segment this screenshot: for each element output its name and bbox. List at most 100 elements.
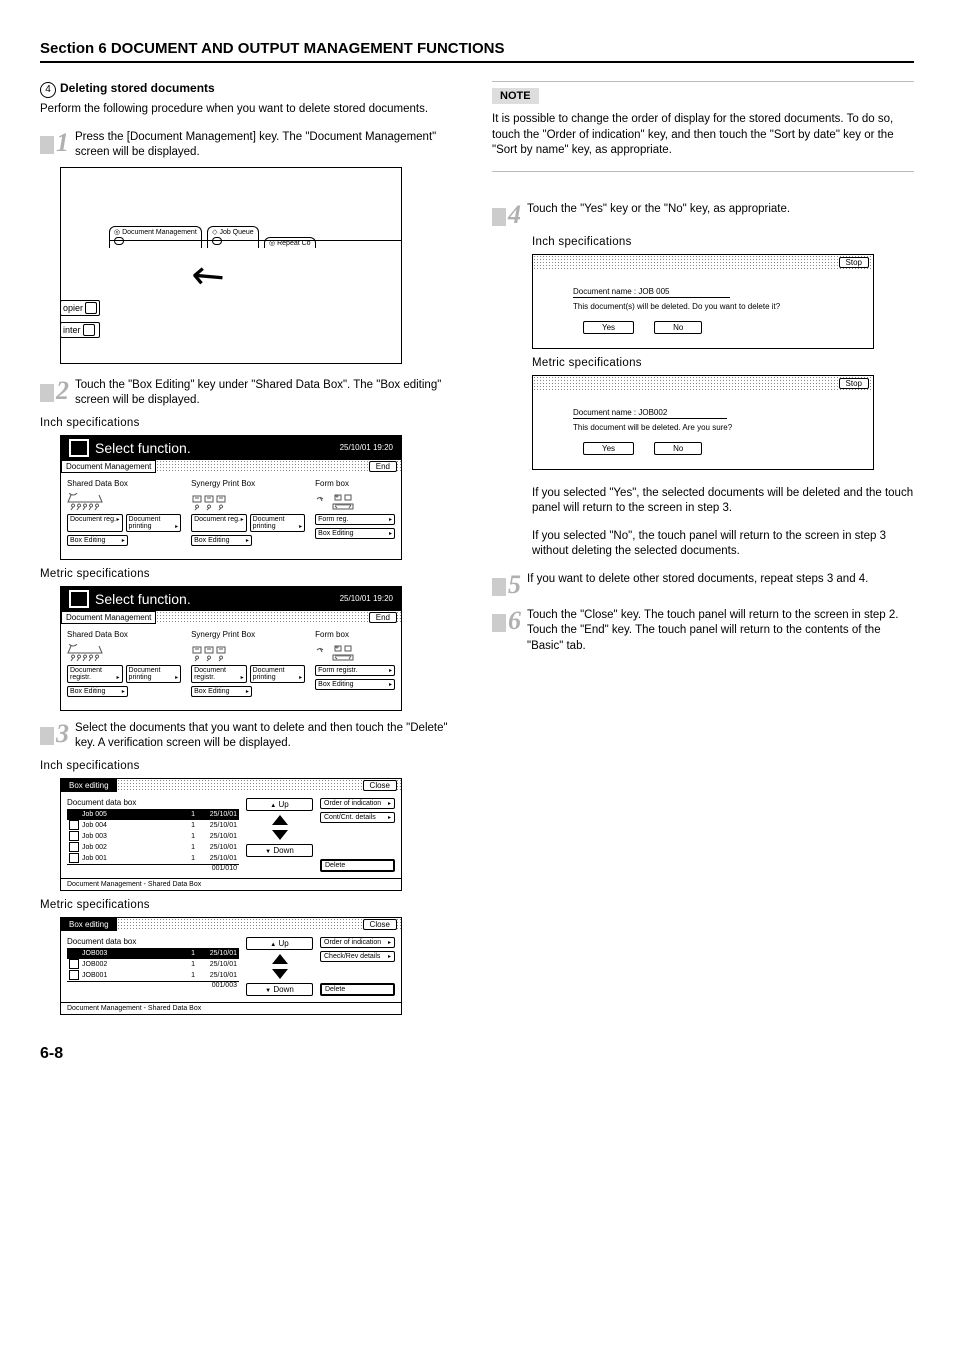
tab-job-queue: ◇ Job Queue <box>207 226 259 248</box>
form-reg-button[interactable]: Form reg. <box>315 514 395 525</box>
synergy-box-icon <box>191 491 305 511</box>
copier-label: opier <box>60 300 100 316</box>
shared-box-icon <box>67 491 181 511</box>
shared-data-box-hdr: Shared Data Box <box>67 479 181 488</box>
document-list: Document data box JOB003125/10/01JOB0021… <box>67 937 239 996</box>
step-number-6: 6 <box>508 608 521 634</box>
check-details-button[interactable]: Check/Rev details <box>320 951 395 962</box>
breadcrumb: Document Management - Shared Data Box <box>61 878 401 890</box>
step-4: 4 Touch the "Yes" key or the "No" key, a… <box>492 202 914 228</box>
confirm-panel-inch: Stop Document name : JOB 005 This docume… <box>532 254 874 349</box>
delete-button[interactable]: Delete <box>320 859 395 872</box>
doc-print-button[interactable]: Document printing <box>126 514 182 532</box>
list-item[interactable]: Job 004125/10/01 <box>67 820 239 831</box>
yes-button[interactable]: Yes <box>583 442 634 455</box>
doc-mgmt-tab[interactable]: Document Management <box>61 460 156 473</box>
step-5-text: If you want to delete other stored docum… <box>527 572 868 598</box>
form-box-icon <box>315 642 395 662</box>
list-header: Document data box <box>67 798 239 807</box>
list-item[interactable]: Job 002125/10/01 <box>67 842 239 853</box>
step-3: 3 Select the documents that you want to … <box>40 721 462 752</box>
metric-spec-label-2: Metric specifications <box>40 899 462 911</box>
delete-button[interactable]: Delete <box>320 983 395 996</box>
cont-details-button[interactable]: Cont/Cnt. details <box>320 812 395 823</box>
timestamp: 25/10/01 19:20 <box>340 594 393 603</box>
down-button[interactable]: ▼ Down <box>246 983 313 996</box>
no-button[interactable]: No <box>654 321 702 334</box>
doc-print-button[interactable]: Document printing <box>126 665 182 683</box>
doc-print-button-2[interactable]: Document printing <box>250 665 306 683</box>
printer-label: inter <box>60 322 100 338</box>
doc-print-button-2[interactable]: Document printing <box>250 514 306 532</box>
doc-icon <box>69 948 79 958</box>
doc-mgmt-screen-figure: ◎ Document Management ◇ Job Queue ◎ Repe… <box>60 167 402 364</box>
yes-button[interactable]: Yes <box>583 321 634 334</box>
down-button[interactable]: ▼ Down <box>246 844 313 857</box>
box-editing-button-3[interactable]: Box Editing <box>315 528 395 539</box>
confirm-message: This document will be deleted. Are you s… <box>573 423 863 432</box>
doc-icon <box>69 853 79 863</box>
sub-heading: 4 Deleting stored documents <box>40 81 462 98</box>
doc-mgmt-tab[interactable]: Document Management <box>61 611 156 624</box>
doc-icon <box>69 842 79 852</box>
select-function-panel-inch: Select function.25/10/01 19:20 Document … <box>60 435 402 560</box>
document-list: Document data box Job 005125/10/01Job 00… <box>67 798 239 872</box>
step-5: 5 If you want to delete other stored doc… <box>492 572 914 598</box>
doc-reg-button[interactable]: Document reg. <box>67 514 123 532</box>
triangle-up-icon <box>272 815 288 825</box>
list-item[interactable]: Job 005125/10/01 <box>67 809 239 820</box>
list-pagination: 001/003 <box>67 981 239 989</box>
no-button[interactable]: No <box>654 442 702 455</box>
synergy-box-hdr: Synergy Print Box <box>191 479 305 488</box>
doc-icon <box>69 820 79 830</box>
step-number-2: 2 <box>56 378 69 404</box>
step-2-text: Touch the "Box Editing" key under "Share… <box>75 378 462 409</box>
metric-spec-label-3: Metric specifications <box>532 357 914 369</box>
stop-button[interactable]: Stop <box>839 378 869 389</box>
triangle-up-icon <box>272 954 288 964</box>
doc-reg-button[interactable]: Document registr. <box>67 665 123 683</box>
step-number-1: 1 <box>56 130 69 156</box>
list-item[interactable]: Job 003125/10/01 <box>67 831 239 842</box>
form-reg-button[interactable]: Form registr. <box>315 665 395 676</box>
list-item[interactable]: Job 001125/10/01 <box>67 853 239 864</box>
select-function-panel-metric: Select function.25/10/01 19:20 Document … <box>60 586 402 711</box>
box-editing-button-3[interactable]: Box Editing <box>315 679 395 690</box>
list-item[interactable]: JOB002125/10/01 <box>67 959 239 970</box>
form-box-icon <box>315 491 395 511</box>
end-button[interactable]: End <box>369 612 397 623</box>
sub-heading-text: Deleting stored documents <box>60 81 215 95</box>
list-item[interactable]: JOB001125/10/01 <box>67 970 239 981</box>
close-button[interactable]: Close <box>363 919 397 930</box>
order-button[interactable]: Order of indication <box>320 937 395 948</box>
order-button[interactable]: Order of indication <box>320 798 395 809</box>
metric-spec-label: Metric specifications <box>40 568 462 580</box>
box-editing-button[interactable]: Box Editing <box>67 686 128 697</box>
shared-box-icon <box>67 642 181 662</box>
timestamp: 25/10/01 19:20 <box>340 443 393 452</box>
doc-icon <box>69 831 79 841</box>
circled-number-4: 4 <box>40 82 56 98</box>
intro-text: Perform the following procedure when you… <box>40 102 462 118</box>
close-button[interactable]: Close <box>363 780 397 791</box>
form-box-hdr: Form box <box>315 479 395 488</box>
step-6: 6 Touch the "Close" key. The touch panel… <box>492 608 914 655</box>
left-column: 4 Deleting stored documents Perform the f… <box>40 81 462 1015</box>
box-editing-panel-metric: Box editingClose Document data box JOB00… <box>60 917 402 1015</box>
box-editing-button-2[interactable]: Box Editing <box>191 535 252 546</box>
doc-reg-button-2[interactable]: Document registr. <box>191 665 247 683</box>
note-label: NOTE <box>492 88 539 104</box>
up-button[interactable]: ▲ Up <box>246 798 313 811</box>
list-item[interactable]: JOB003125/10/01 <box>67 948 239 959</box>
doc-name-line: Document name : JOB 005 <box>573 287 730 298</box>
up-button[interactable]: ▲ Up <box>246 937 313 950</box>
step-6-text: Touch the "Close" key. The touch panel w… <box>527 608 914 655</box>
step-3-text: Select the documents that you want to de… <box>75 721 462 752</box>
confirm-message: This document(s) will be deleted. Do you… <box>573 302 863 311</box>
end-button[interactable]: End <box>369 461 397 472</box>
triangle-down-icon <box>272 969 288 979</box>
box-editing-button-2[interactable]: Box Editing <box>191 686 252 697</box>
box-editing-button[interactable]: Box Editing <box>67 535 128 546</box>
doc-reg-button-2[interactable]: Document reg. <box>191 514 247 532</box>
stop-button[interactable]: Stop <box>839 257 869 268</box>
